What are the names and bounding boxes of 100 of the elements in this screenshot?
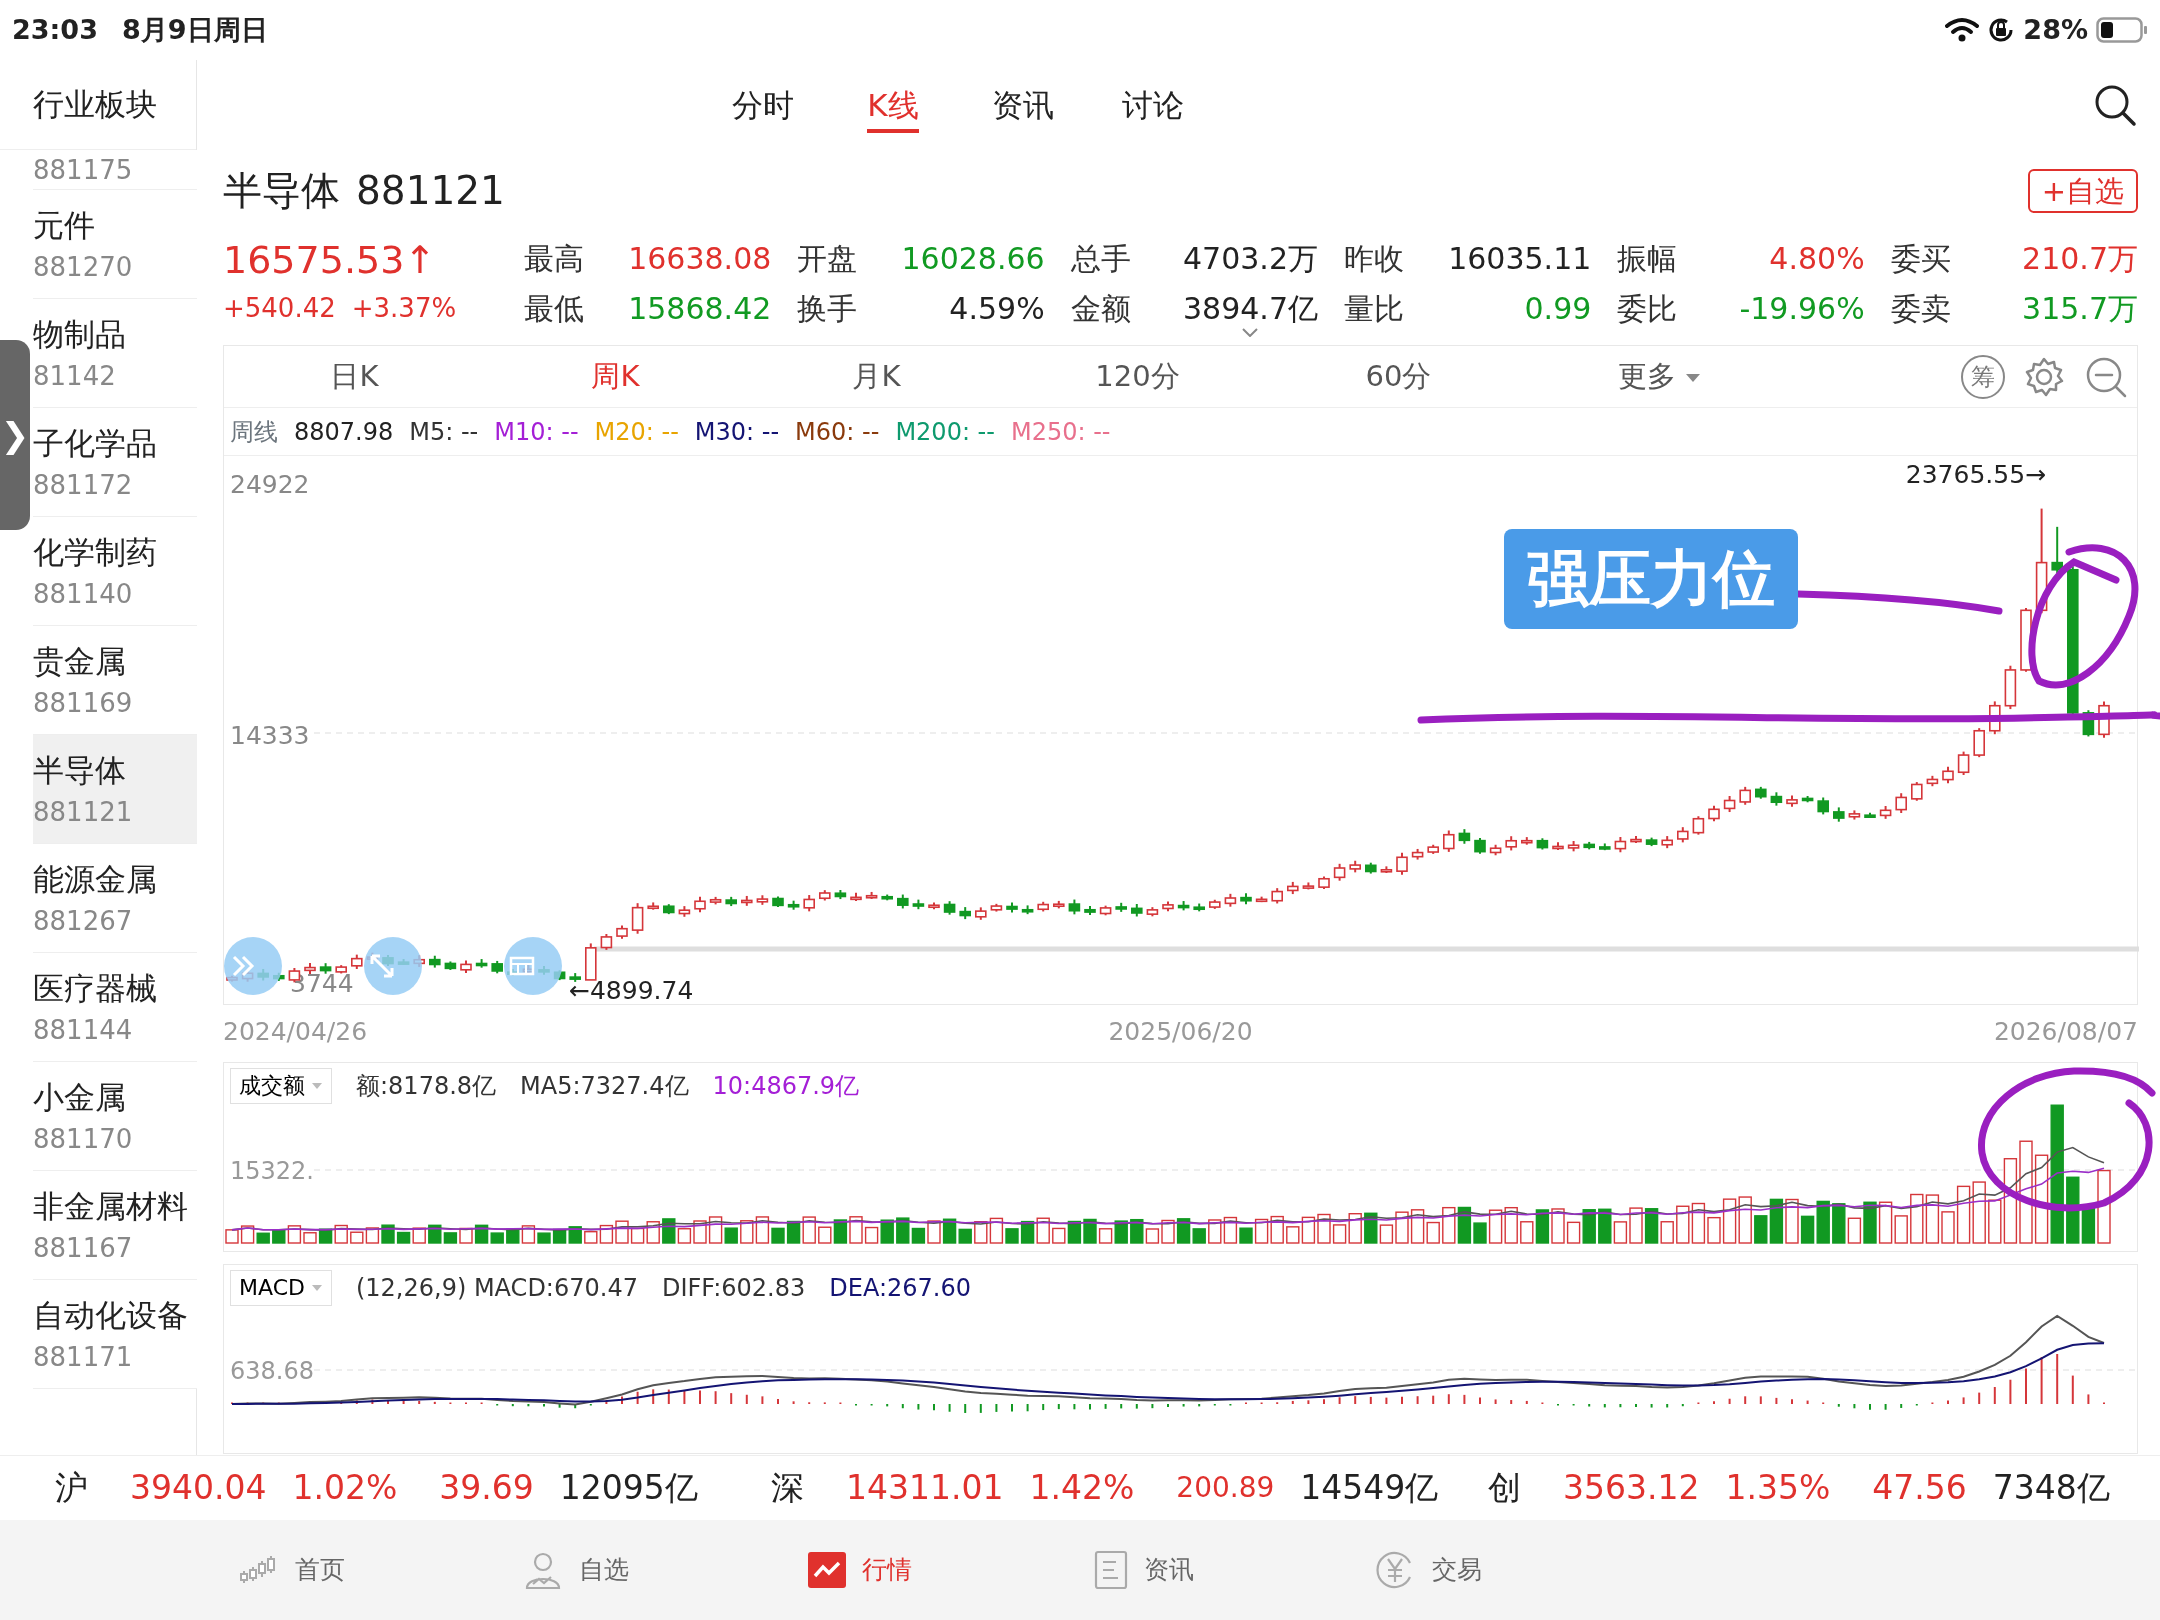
sidebar-item[interactable]: 能源金属 881267 [33,844,197,953]
sidebar-item[interactable]: 881175 [33,150,197,190]
index-percent: 1.02% [292,1467,398,1510]
nav-tab[interactable]: 交易 [1286,1549,1570,1591]
status-date: 8月9日周日 [121,12,268,47]
high-price-annotation: 23765.55→ [1905,460,2046,489]
indicator-dropdown[interactable]: 成交额 [230,1067,332,1105]
period-tab[interactable]: 更多 [1529,354,1790,399]
caret-icon [310,1284,323,1292]
axis-label: 14333 [230,721,310,750]
stat-value: 4.59% [949,290,1045,326]
sidebar-item[interactable]: 小金属 881170 [33,1062,197,1171]
stat-label: 金额 [1070,289,1131,328]
market-label: 深 [771,1467,804,1510]
ma-legend-item: M5: -- [409,416,479,448]
add-watchlist-button[interactable]: +自选 [2027,169,2138,213]
tab[interactable]: 讨论 [1088,75,1218,135]
indicator-reading: (12,26,9) MACD:670.47 [355,1273,638,1304]
period-tab[interactable]: 日K [224,354,485,399]
price-change: +540.42 [223,291,336,325]
sidebar-item[interactable]: 自动化设备 881171 [33,1280,197,1389]
date-label: 2024/04/26 [223,1016,368,1048]
sidebar-item[interactable]: 非金属材料 881167 [33,1171,197,1280]
axis-label: 15322. [230,1157,314,1185]
annotation-label: 强压力位 [1504,529,1798,629]
stat-label: 换手 [797,289,858,328]
ma-legend-item: M200: -- [895,416,995,448]
ma-legend-item: M250: -- [1010,416,1111,448]
tab[interactable]: 分时 [698,75,828,135]
period-tab[interactable]: 120分 [1007,354,1268,399]
stock-name: 半导体 [223,166,340,215]
stat-value: 16028.66 [901,240,1045,276]
tab[interactable]: K线 [828,75,958,135]
tab[interactable]: 资讯 [958,75,1088,135]
percent-change: +3.37% [351,291,457,325]
drawer-handle[interactable]: ❯ [0,340,30,530]
wifi-icon [1945,17,1980,43]
date-label: 2026/08/07 [1993,1016,2138,1048]
caret-icon [1685,372,1702,383]
low-price-annotation: ←4899.74 [569,976,694,1005]
chevron-icon[interactable] [1242,327,1259,337]
indicator-reading: 额:8178.8亿 [356,1071,497,1102]
nav-tab[interactable]: 自选 [434,1550,718,1590]
ma-legend-item: M20: -- [594,416,679,448]
axis-label: 3744 [290,969,354,998]
stat-label: 振幅 [1617,239,1678,278]
indicator-reading: MA5:7327.4亿 [520,1071,689,1102]
nav-tab[interactable]: 首页 [150,1551,434,1589]
index-percent: 1.35% [1725,1467,1831,1510]
nav-tab[interactable]: 行情 [718,1551,1002,1589]
ma-value: 8807.98 [294,416,394,448]
stat-value: 0.99 [1524,290,1592,326]
nav-tab[interactable]: 资讯 [1002,1550,1286,1590]
stock-code: 881121 [356,166,505,215]
period-tab[interactable]: 月K [746,354,1007,399]
stat-label: 开盘 [797,239,858,278]
stat-label: 昨收 [1344,239,1404,278]
index-change: 47.56 [1872,1467,1967,1510]
stat-value: 16035.11 [1448,240,1592,276]
stat-value: 3894.7亿 [1183,290,1318,326]
stat-label: 委卖 [1890,289,1951,328]
sidebar-item[interactable]: 化学制药 881140 [33,517,197,626]
caret-icon [311,1082,323,1090]
stat-value: 16638.08 [628,240,772,276]
axis-label: 638.68 [230,1357,314,1385]
stat-value: 315.7万 [2022,290,2138,326]
indicator-reading: 10:4867.9亿 [712,1071,860,1102]
sidebar-title: 行业板块 [33,85,157,125]
trend-chart-icon [808,1552,846,1588]
current-price: 16575.53↑ [223,237,438,284]
period-tab[interactable]: 60分 [1268,354,1529,399]
chart-period-label: 周线 [230,416,278,448]
indicator-reading: DIFF:602.83 [661,1273,806,1304]
ma-legend-item: M10: -- [494,416,579,448]
sidebar-item[interactable]: 半导体 881121 [33,735,197,844]
sidebar-item[interactable]: 子化学品 881172 [33,408,197,517]
market-label: 创 [1488,1467,1521,1510]
sidebar-item[interactable]: 物制品 81142 [33,299,197,408]
stat-value: 4.80% [1769,240,1865,276]
index-amount: 7348亿 [1992,1467,2110,1510]
stat-label: 最高 [524,239,584,278]
index-price: 3940.04 [130,1467,267,1510]
index-change: 39.69 [439,1467,534,1510]
indicator-dropdown[interactable]: MACD [230,1269,332,1307]
stat-label: 量比 [1344,289,1404,328]
stat-value: -19.96% [1739,290,1865,326]
sidebar-item[interactable]: 医疗器械 881144 [33,953,197,1062]
stat-value: 4703.2万 [1183,240,1318,276]
axis-label: 24922 [230,470,310,499]
index-percent: 1.42% [1029,1467,1135,1510]
stat-value: 210.7万 [2022,240,2138,276]
indicator-reading: DEA:267.60 [829,1273,971,1304]
sidebar-item[interactable]: 元件 881270 [33,190,197,299]
status-time: 23:03 [12,12,98,47]
sidebar-item[interactable]: 贵金属 881169 [33,626,197,735]
period-tab[interactable]: 周K [485,354,746,399]
person-icon [523,1550,563,1590]
stat-value: 15868.42 [628,290,772,326]
chip-distribution-button[interactable]: 筹 [1961,354,2005,399]
date-label: 2025/06/20 [1108,1016,1253,1048]
